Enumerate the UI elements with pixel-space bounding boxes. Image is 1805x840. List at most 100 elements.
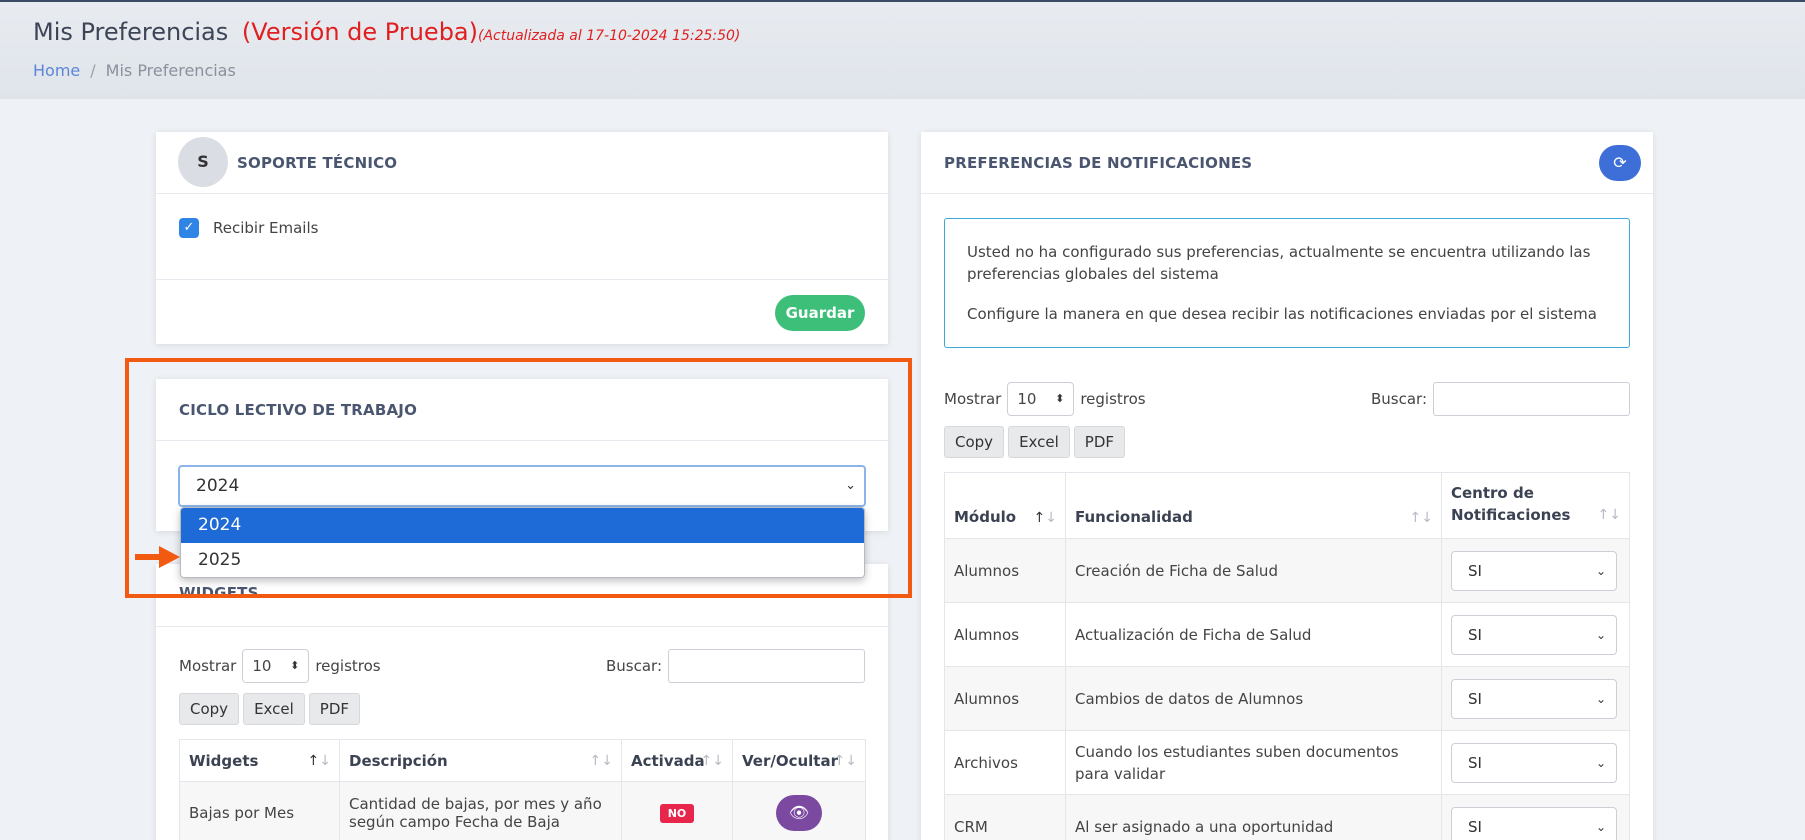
breadcrumb-current: Mis Preferencias [105,61,236,80]
updated-timestamp: (Actualizada al 17-10-2024 15:25:50) [478,28,741,44]
pdf-button[interactable]: PDF [1073,426,1126,458]
notif-export-buttons: Copy Excel PDF [944,426,1126,458]
recibir-emails-label: Recibir Emails [213,219,319,237]
page-size-value: 10 [252,657,272,675]
modulo-cell: Alumnos [944,538,1066,603]
notif-search-control: Buscar: [1371,382,1630,416]
recibir-emails-checkbox[interactable]: ✓ [179,218,199,238]
column-header-widgets[interactable]: Widgets ↑↓ [179,739,340,782]
centro-cell: SI ⌄ [1441,794,1630,840]
centro-cell: SI ⌄ [1441,666,1630,731]
excel-button[interactable]: Excel [1008,426,1070,458]
info-alert: Usted no ha configurado sus preferencias… [944,218,1630,348]
table-row: CRM Al ser asignado a una oportunidad SI… [944,794,1630,840]
buscar-label: Buscar: [1370,390,1427,408]
breadcrumb-separator: / [90,61,96,80]
ciclo-lectivo-select[interactable]: 2024 ⌄ [178,465,866,507]
breadcrumb-home-link[interactable]: Home [33,61,80,80]
mostrar-label: Mostrar [944,390,1002,408]
table-row: Alumnos Actualización de Ficha de Salud … [944,602,1630,667]
centro-select[interactable]: SI ⌄ [1451,806,1617,840]
centro-select[interactable]: SI ⌄ [1451,614,1617,655]
excel-button[interactable]: Excel [243,693,305,725]
version-tag: (Versión de Prueba) [241,18,478,46]
centro-cell: SI ⌄ [1441,602,1630,667]
notificaciones-card-header: PREFERENCIAS DE NOTIFICACIONES ⟳ [921,132,1653,194]
buscar-label: Buscar: [605,657,662,675]
refresh-icon[interactable]: ⟳ [1599,145,1641,181]
column-header-ver-ocultar[interactable]: Ver/Ocultar ↑↓ [732,739,866,782]
pdf-button[interactable]: PDF [308,693,361,725]
activada-cell: NO [621,781,733,840]
modulo-cell: Alumnos [944,602,1066,667]
ciclo-option-2024[interactable]: 2024 [181,508,864,543]
column-header-activada[interactable]: Activada ↑↓ [621,739,733,782]
eye-icon[interactable]: 👁 [776,794,822,831]
breadcrumb: Home / Mis Preferencias [33,61,236,80]
registros-label: registros [1080,390,1146,408]
modulo-cell: Alumnos [944,666,1066,731]
ciclo-option-2025[interactable]: 2025 [181,543,864,577]
avatar: S [178,137,228,187]
centro-select[interactable]: SI ⌄ [1451,550,1617,591]
notificaciones-card: PREFERENCIAS DE NOTIFICACIONES ⟳ Usted n… [921,132,1653,840]
modulo-cell: Archivos [944,730,1066,795]
ciclo-card-title: CICLO LECTIVO DE TRABAJO [179,401,418,419]
chevron-down-icon: ⌄ [1595,819,1606,834]
funcionalidad-cell: Cuando los estudiantes suben documentos … [1065,730,1442,795]
funcionalidad-cell: Al ser asignado a una oportunidad [1065,794,1442,840]
ciclo-card-header: CICLO LECTIVO DE TRABAJO [156,379,888,441]
soporte-card: S SOPORTE TÉCNICO ✓ Recibir Emails Guard… [156,132,888,344]
copy-button[interactable]: Copy [944,426,1005,458]
widgets-page-size-select[interactable]: 10 ⬍ [242,649,310,683]
funcionalidad-cell: Creación de Ficha de Salud [1065,538,1442,603]
column-header-modulo[interactable]: Módulo ↑↓ [944,472,1066,539]
widgets-search-input[interactable] [668,649,865,683]
column-header-descripcion[interactable]: Descripción ↑↓ [339,739,622,782]
registros-label: registros [315,657,381,675]
widgets-export-buttons: Copy Excel PDF [179,693,361,725]
guardar-button[interactable]: Guardar [775,295,865,331]
ciclo-selected-value: 2024 [196,476,240,496]
soporte-card-header: S SOPORTE TÉCNICO [156,132,888,194]
up-down-icon: ⬍ [1055,392,1065,405]
page-title: Mis Preferencias (Versión de Prueba)(Act… [33,18,740,46]
centro-select[interactable]: SI ⌄ [1451,678,1617,719]
status-badge[interactable]: NO [659,803,695,823]
recibir-emails-row: ✓ Recibir Emails [179,218,318,238]
soporte-card-title: SOPORTE TÉCNICO [237,154,398,172]
notif-search-input[interactable] [1433,382,1630,416]
widgets-card: WIDGETS Mostrar 10 ⬍ registros Buscar: C… [156,564,888,840]
chevron-down-icon: ⌄ [1595,627,1606,642]
notif-page-size-select[interactable]: 10 ⬍ [1007,382,1075,416]
centro-select[interactable]: SI ⌄ [1451,742,1617,783]
arrow-right-icon [135,546,180,568]
notificaciones-card-title: PREFERENCIAS DE NOTIFICACIONES [944,154,1253,172]
table-row: Archivos Cuando los estudiantes suben do… [944,730,1630,795]
page-header: Mis Preferencias (Versión de Prueba)(Act… [0,0,1805,99]
notificaciones-table: Módulo ↑↓ Funcionalidad ↑↓ Centro de Notif… [944,472,1630,840]
info-text-1: Usted no ha configurado sus preferencias… [967,243,1591,283]
table-row: Alumnos Cambios de datos de Alumnos SI ⌄ [944,666,1630,731]
chevron-down-icon: ⌄ [1595,563,1606,578]
widgets-table: Widgets ↑↓ Descripción ↑↓ Activada ↑↓ Ver/O… [179,739,866,840]
page-size-value: 10 [1017,390,1037,408]
up-down-icon: ⬍ [290,659,300,672]
widgets-search-control: Buscar: [606,649,865,683]
info-text-2: Configure la manera en que desea recibir… [967,305,1597,323]
mostrar-label: Mostrar [179,657,237,675]
funcionalidad-cell: Actualización de Ficha de Salud [1065,602,1442,667]
column-header-centro[interactable]: Centro de Notificaciones ↑↓ [1441,472,1630,539]
column-header-funcionalidad[interactable]: Funcionalidad ↑↓ [1065,472,1442,539]
widget-name-cell: Bajas por Mes [179,781,340,840]
copy-button[interactable]: Copy [179,693,240,725]
centro-cell: SI ⌄ [1441,538,1630,603]
chevron-down-icon: ⌄ [1595,691,1606,706]
table-row: Alumnos Creación de Ficha de Salud SI ⌄ [944,538,1630,603]
chevron-down-icon: ⌄ [845,478,856,493]
card-divider [156,279,888,280]
table-row: Bajas por Mes Cantidad de bajas, por mes… [179,781,866,840]
widget-description-cell: Cantidad de bajas, por mes y año según c… [339,781,622,840]
widgets-card-title: WIDGETS [179,584,259,602]
ciclo-lectivo-dropdown: 2024 2025 [180,507,865,578]
